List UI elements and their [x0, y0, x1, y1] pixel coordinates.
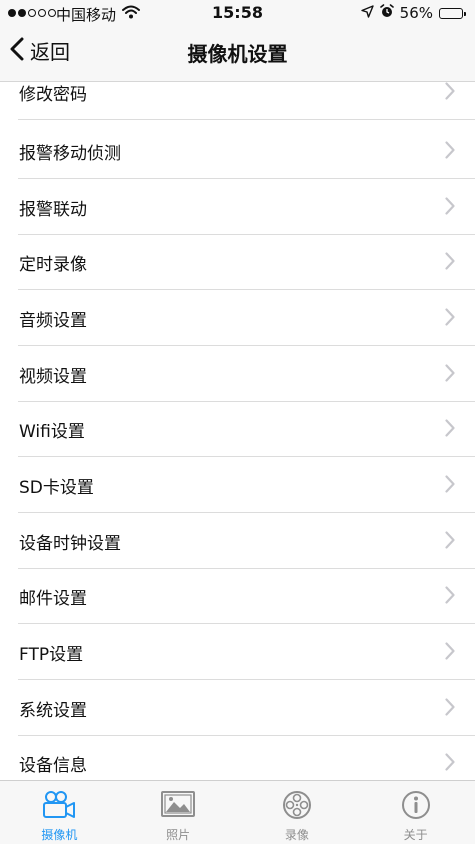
- settings-item-label: 报警移动侦测: [19, 144, 121, 164]
- settings-item-device-clock[interactable]: 设备时钟设置: [0, 513, 475, 569]
- settings-item-label: 修改密码: [19, 85, 87, 105]
- settings-item-label: 报警联动: [19, 200, 87, 220]
- settings-item-alarm-linkage[interactable]: 报警联动: [0, 179, 475, 235]
- chevron-right-icon: [445, 586, 455, 608]
- settings-item-label: 设备信息: [19, 756, 87, 776]
- chevron-right-icon: [445, 698, 455, 720]
- settings-item-sd-card[interactable]: SD卡设置: [0, 457, 475, 513]
- chevron-right-icon: [445, 419, 455, 441]
- photo-icon: [160, 790, 196, 824]
- tab-label: 照片: [166, 828, 191, 842]
- navigation-bar: 返回 摄像机设置: [0, 26, 475, 81]
- settings-item-video[interactable]: 视频设置: [0, 346, 475, 402]
- settings-item-label: 视频设置: [19, 367, 87, 387]
- film-reel-icon: [279, 790, 315, 824]
- alarm-clock-icon: [379, 4, 394, 22]
- chevron-right-icon: [445, 252, 455, 274]
- settings-item-device-info[interactable]: 设备信息: [0, 735, 475, 780]
- settings-item-label: 邮件设置: [19, 589, 87, 609]
- status-bar: 中国移动 15:58 56%: [0, 0, 475, 26]
- chevron-right-icon: [445, 475, 455, 497]
- tab-bar: 摄像机 照片 录像 关于: [0, 780, 475, 844]
- location-arrow-icon: [360, 4, 374, 22]
- chevron-right-icon: [445, 308, 455, 330]
- row-separator: [18, 119, 475, 120]
- chevron-right-icon: [445, 82, 455, 104]
- chevron-right-icon: [445, 197, 455, 219]
- page-title: 摄像机设置: [187, 42, 288, 66]
- settings-item-label: 定时录像: [19, 255, 87, 275]
- settings-item-label: 设备时钟设置: [19, 534, 121, 554]
- status-right: 56%: [360, 4, 466, 22]
- tab-camera[interactable]: 摄像机: [0, 781, 119, 844]
- settings-item-audio[interactable]: 音频设置: [0, 290, 475, 346]
- settings-item-system[interactable]: 系统设置: [0, 680, 475, 736]
- settings-item-scheduled-recording[interactable]: 定时录像: [0, 234, 475, 290]
- settings-item-ftp[interactable]: FTP设置: [0, 624, 475, 680]
- settings-item-label: FTP设置: [19, 645, 84, 665]
- settings-item-wifi[interactable]: Wifi设置: [0, 401, 475, 457]
- settings-item-label: 系统设置: [19, 701, 87, 721]
- chevron-right-icon: [445, 364, 455, 386]
- tab-recordings[interactable]: 录像: [238, 781, 357, 844]
- tab-label: 录像: [284, 828, 309, 842]
- info-icon: [398, 790, 434, 824]
- top-bar: 中国移动 15:58 56% 返回 摄像机设置: [0, 0, 475, 82]
- chevron-right-icon: [445, 753, 455, 775]
- battery-percent: 56%: [399, 4, 433, 22]
- settings-list: 修改密码 报警移动侦测 报警联动 定时录像 音频设置 视频设置 Wifi设置 S…: [0, 82, 475, 780]
- chevron-right-icon: [445, 141, 455, 163]
- tab-about[interactable]: 关于: [356, 781, 475, 844]
- settings-item-label: 音频设置: [19, 311, 87, 331]
- chevron-right-icon: [445, 531, 455, 553]
- settings-item-change-password[interactable]: 修改密码: [0, 82, 475, 120]
- settings-item-motion-detection[interactable]: 报警移动侦测: [0, 123, 475, 179]
- camera-icon: [41, 790, 77, 824]
- settings-item-email[interactable]: 邮件设置: [0, 568, 475, 624]
- tab-photos[interactable]: 照片: [119, 781, 238, 844]
- battery-icon: [439, 7, 466, 19]
- tab-label: 关于: [403, 828, 428, 842]
- settings-item-label: Wifi设置: [19, 422, 85, 442]
- battery-tip: [464, 11, 466, 16]
- chevron-right-icon: [445, 642, 455, 664]
- settings-item-label: SD卡设置: [19, 478, 94, 498]
- tab-label: 摄像机: [41, 828, 78, 842]
